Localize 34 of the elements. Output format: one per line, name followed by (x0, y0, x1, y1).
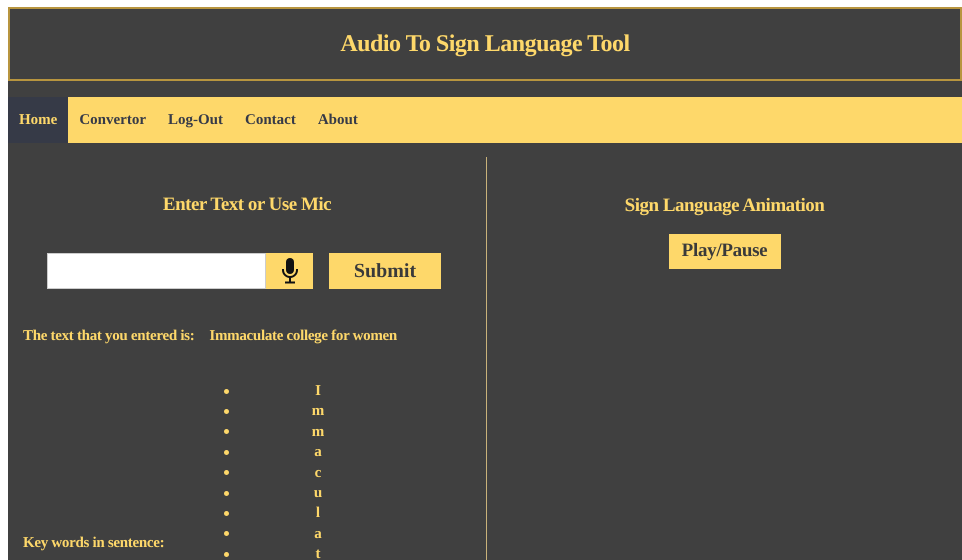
section-heading: Enter Text or Use Mic (162, 193, 332, 217)
keyword-item: m (310, 402, 326, 422)
keyword-item: a (313, 524, 323, 544)
keyword-item: I (314, 382, 322, 401)
keyword-item: u (312, 484, 324, 503)
keyword-item: l (314, 504, 322, 524)
microphone-icon (280, 258, 298, 284)
keyword-item: a (313, 443, 323, 462)
play-pause-button[interactable]: Play/Pause (668, 234, 780, 268)
mic-button[interactable] (266, 252, 313, 288)
bullet-icon (224, 552, 229, 557)
section-heading: Sign Language Animation (624, 194, 824, 218)
bullet-icon (224, 450, 229, 455)
bullet-icon (224, 511, 229, 516)
bullet-icon (224, 490, 229, 496)
keywords-label: Key words in sentence: (23, 534, 164, 553)
nav-link[interactable]: Home (8, 97, 68, 143)
keyword-item: m (310, 422, 326, 442)
nav-link[interactable]: Log-Out (156, 97, 234, 143)
entered-text: Immaculate college for women (209, 326, 397, 346)
page-title: Audio To Sign Language Tool (340, 30, 630, 59)
bullet-icon (224, 409, 229, 414)
bullet-icon (224, 388, 229, 394)
text-input-field[interactable] (47, 252, 266, 288)
entered-text-label: The text that you entered is: (23, 326, 194, 346)
keyword-item: c (314, 464, 322, 483)
nav-link[interactable]: About (306, 97, 369, 143)
submit-button[interactable]: Submit (329, 252, 441, 288)
nav-link[interactable]: Convertor (68, 97, 157, 143)
nav-link[interactable]: Contact (234, 97, 307, 143)
bullet-icon (224, 470, 229, 476)
bullet-icon (224, 429, 229, 434)
keyword-item: t (314, 545, 322, 560)
bullet-icon (224, 531, 229, 536)
